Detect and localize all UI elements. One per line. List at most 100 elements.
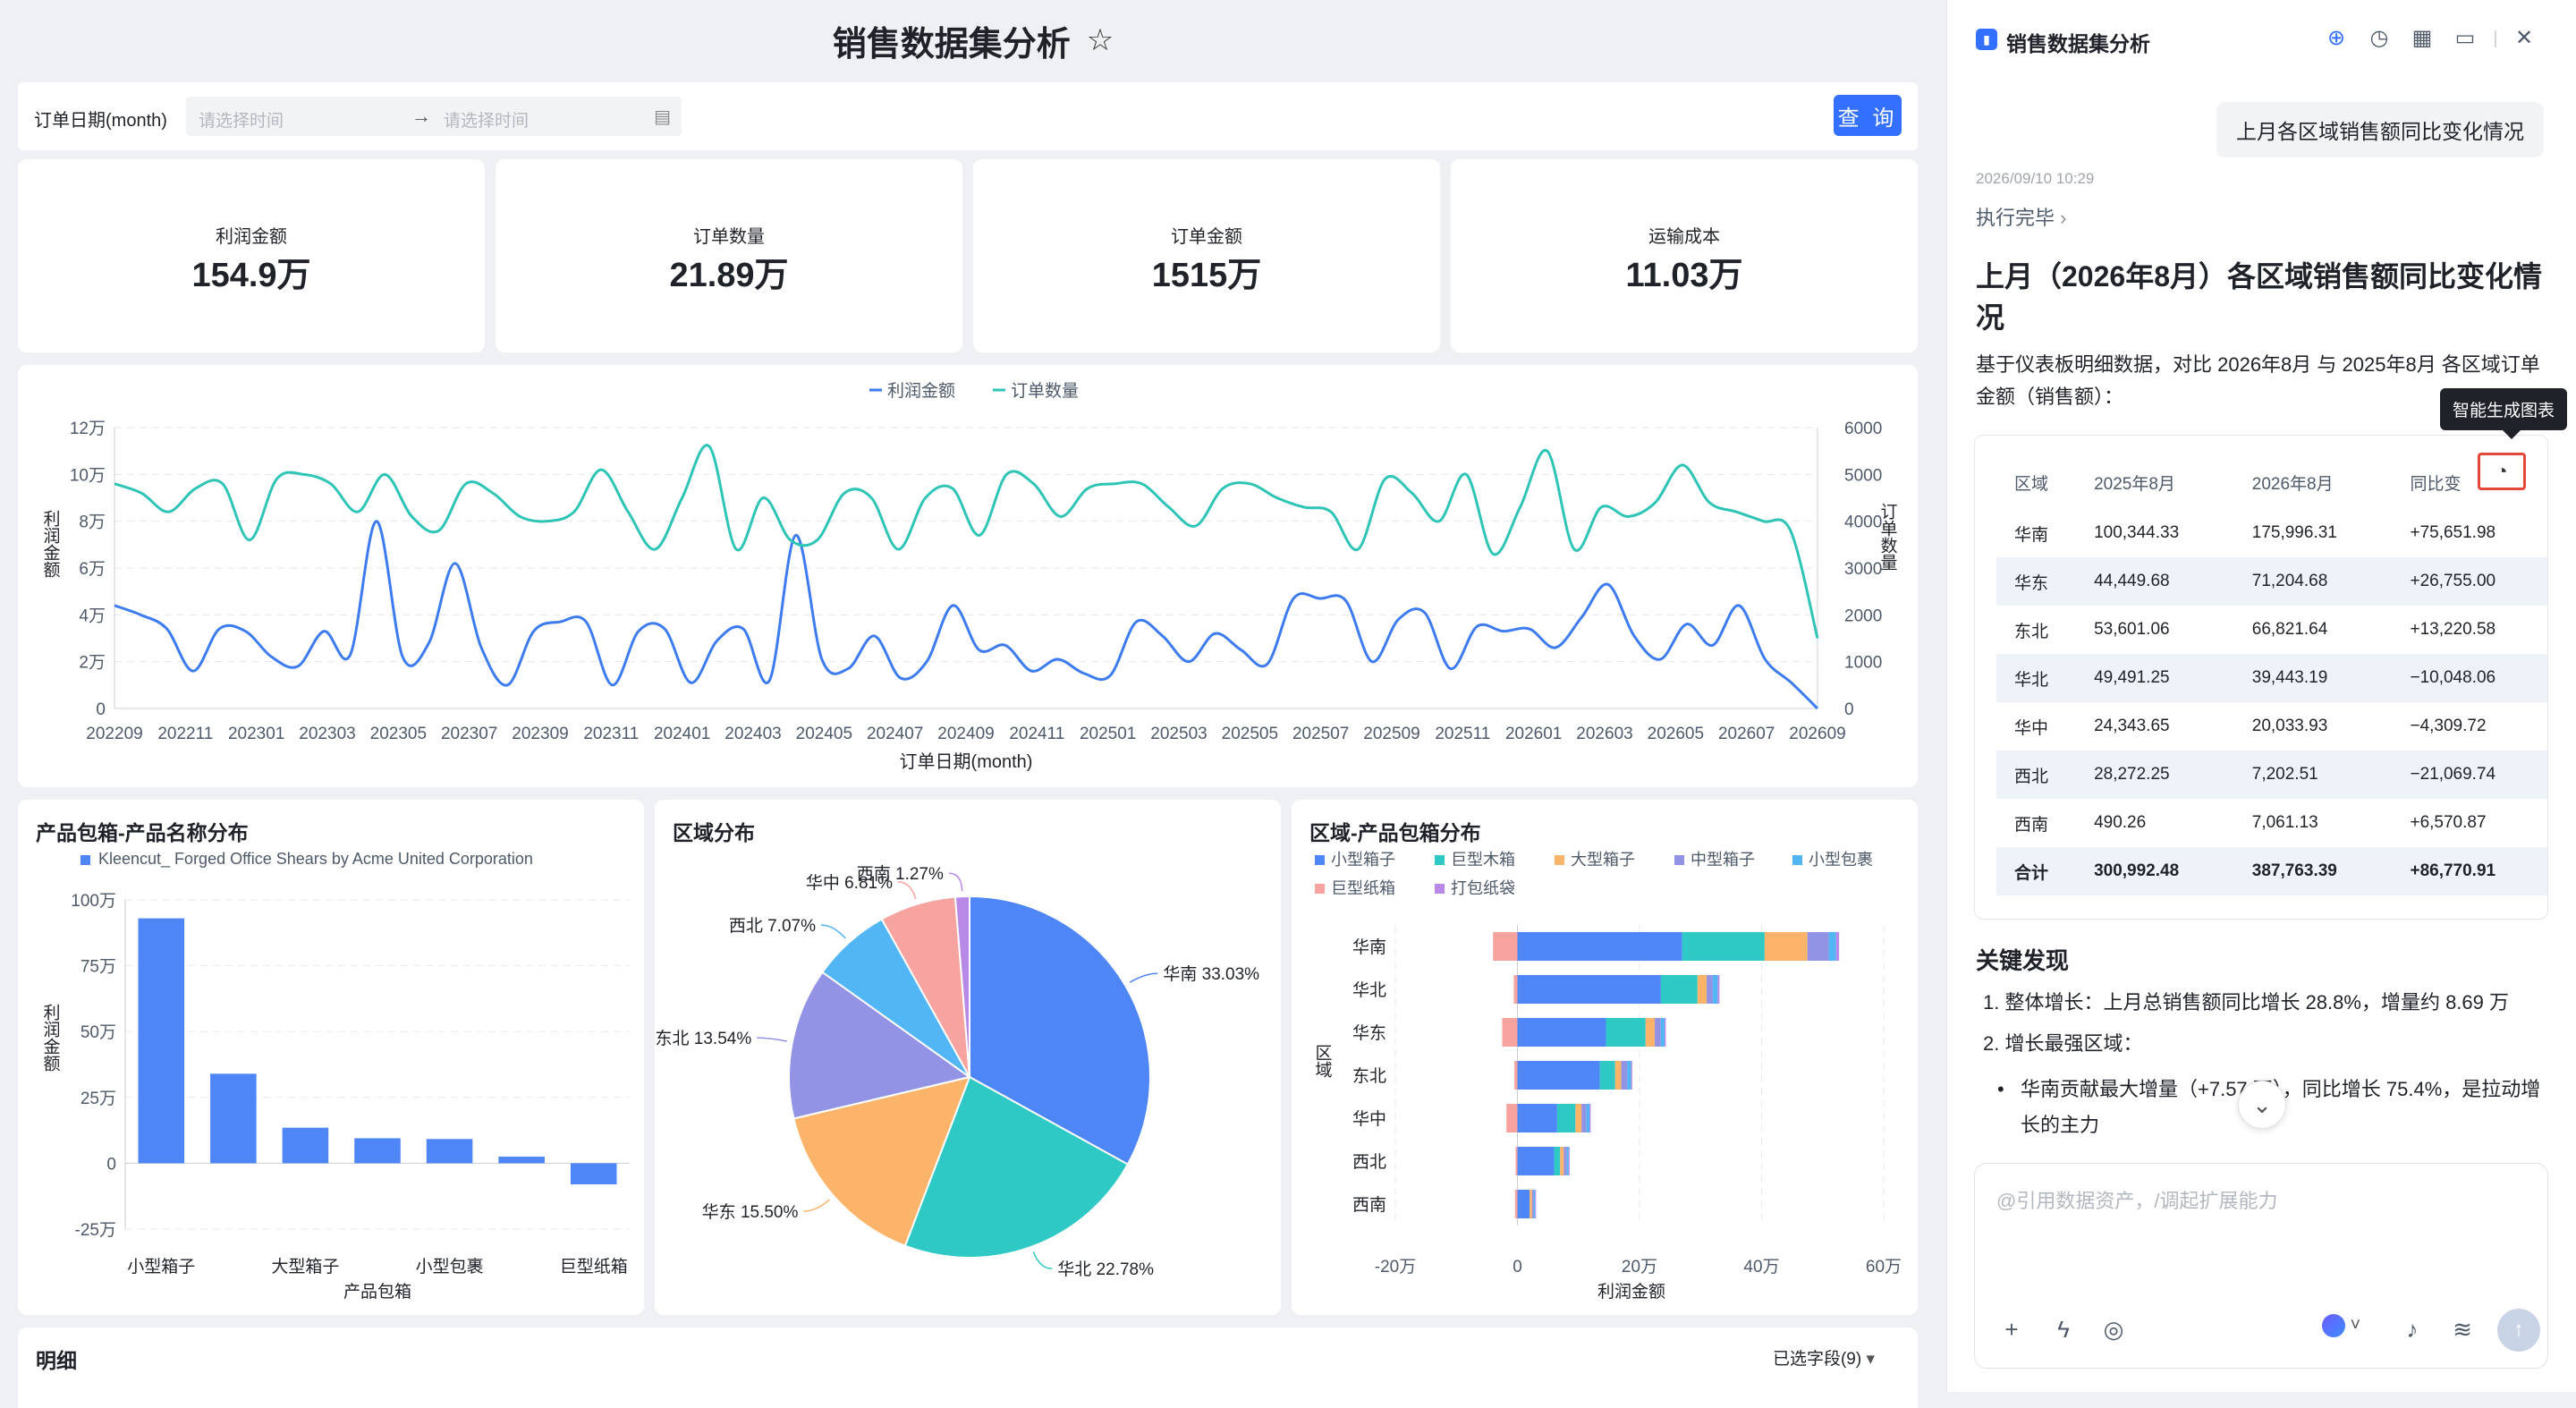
stacked-bar-segment bbox=[1517, 975, 1661, 1004]
y-tick-label: 西北 bbox=[1352, 1152, 1386, 1172]
table-row: 东北 53,601.06 66,821.64 +13,220.58 bbox=[1996, 606, 2547, 654]
tooltip: 智能生成图表 bbox=[2440, 388, 2568, 439]
finding-item: 2. 增长最强区域： bbox=[1983, 1032, 2143, 1055]
legend-swatch bbox=[1315, 884, 1325, 894]
x-tick-label: 202403 bbox=[724, 725, 781, 743]
y-right-tick-label: 5000 bbox=[1844, 466, 1882, 485]
history-icon[interactable]: ◷ bbox=[2366, 25, 2393, 52]
globe-icon[interactable]: ◎ bbox=[2098, 1314, 2129, 1344]
user-message: 上月各区域销售额同比变化情况 bbox=[2216, 102, 2544, 157]
y-tick-label: 75万 bbox=[80, 958, 116, 977]
stacked-bar-segment bbox=[1554, 1147, 1561, 1175]
line-chart: 利润金额 订单数量02万4万6万8万10万12万01000200030004000… bbox=[41, 381, 1898, 772]
date-range-picker[interactable]: 请选择时间 → 请选择时间 ▤ bbox=[186, 97, 682, 136]
stacked-bar-segment bbox=[1828, 932, 1836, 961]
stacked-bar-segment bbox=[1586, 1104, 1590, 1132]
model-selector[interactable]: ˅ bbox=[2322, 1314, 2379, 1344]
chat-input-box[interactable]: @引用数据资产，/调起扩展能力 + ϟ ◎ ˅ ♪ ≋ ↑ bbox=[1974, 1163, 2548, 1369]
scroll-down-button[interactable]: ⌄ bbox=[2238, 1081, 2286, 1129]
kpi-label: 利润金额 bbox=[216, 227, 287, 247]
close-icon[interactable]: ✕ bbox=[2511, 25, 2538, 52]
legend-label: 小型包裹 bbox=[1809, 851, 1873, 869]
calendar-icon[interactable]: ▦ bbox=[2409, 25, 2436, 52]
x-tick-label: 202505 bbox=[1222, 725, 1278, 743]
lightning-icon[interactable]: ϟ bbox=[2048, 1314, 2079, 1344]
fields-selector[interactable]: 已选字段(9) bbox=[1773, 1345, 1875, 1370]
execution-status[interactable]: 执行完毕 bbox=[1976, 202, 2066, 231]
label-leader-line bbox=[1032, 1251, 1053, 1269]
table-cell: 175,996.31 bbox=[2251, 523, 2337, 542]
dataset-logo-icon: ▮ bbox=[1976, 29, 1997, 50]
y-tick-label: 东北 bbox=[1352, 1066, 1386, 1086]
stacked-bar-segment bbox=[1717, 975, 1720, 1004]
slice-label: 华东 15.50% bbox=[702, 1202, 799, 1222]
star-icon[interactable]: ☆ bbox=[1087, 22, 1114, 58]
x-tick-label: -20万 bbox=[1375, 1258, 1416, 1277]
table-cell: −4,309.72 bbox=[2410, 717, 2487, 735]
filter-label: 订单日期(month) bbox=[34, 111, 167, 131]
legend-label: 巨型木箱 bbox=[1451, 851, 1515, 869]
generate-chart-button[interactable]: ◔ bbox=[2478, 453, 2526, 490]
end-date-input[interactable]: 请选择时间 bbox=[444, 107, 529, 131]
chart-title: 区域-产品包箱分布 bbox=[1309, 821, 1481, 844]
legend-label: 打包纸袋 bbox=[1451, 879, 1515, 897]
findings-title: 关键发现 bbox=[1976, 947, 2070, 974]
x-tick-label: 202309 bbox=[512, 725, 568, 743]
screen-icon[interactable]: ▭ bbox=[2452, 25, 2479, 52]
table-cell: +13,220.58 bbox=[2410, 620, 2496, 639]
legend-label: 小型箱子 bbox=[1331, 851, 1395, 869]
microphone-icon[interactable]: ♪ bbox=[2397, 1314, 2428, 1344]
x-tick-label: 202209 bbox=[86, 725, 142, 743]
y-tick-label: 12万 bbox=[70, 420, 106, 438]
x-tick-label: 202303 bbox=[299, 725, 355, 743]
x-tick-label: 202409 bbox=[937, 725, 994, 743]
y-tick-label: 华中 bbox=[1352, 1109, 1386, 1129]
panel-title: 销售数据集分析 bbox=[2006, 32, 2150, 55]
x-tick-label: 202601 bbox=[1505, 725, 1562, 743]
x-tick-label: 202603 bbox=[1576, 725, 1632, 743]
legend-swatch bbox=[1315, 855, 1325, 865]
table-cell: 华中 bbox=[2014, 718, 2049, 738]
start-date-input[interactable]: 请选择时间 bbox=[199, 107, 284, 131]
label-leader-line bbox=[1129, 972, 1158, 983]
x-tick-label: 202401 bbox=[654, 725, 710, 743]
chat-input[interactable]: @引用数据资产，/调起扩展能力 bbox=[1996, 1185, 2277, 1214]
y-right-tick-label: 3000 bbox=[1844, 560, 1882, 579]
stacked-bar-segment bbox=[1563, 1147, 1567, 1175]
table-cell: 西北 bbox=[1996, 751, 2077, 799]
kpi-value: 1515万 bbox=[1151, 257, 1262, 294]
table-cell: 20,033.93 bbox=[2251, 717, 2328, 735]
plus-icon[interactable]: + bbox=[1996, 1314, 2027, 1344]
stacked-bar-segment bbox=[1517, 932, 1682, 961]
stacked-bar-segment bbox=[1660, 975, 1698, 1004]
y-tick-label: -25万 bbox=[75, 1221, 116, 1240]
stacked-bar-segment bbox=[1697, 975, 1707, 1004]
finding-subitem: 华南贡献最大增量（+7.57 万），同比增长 75.4%，是拉动增长的主力 bbox=[1997, 1072, 2557, 1143]
divider: | bbox=[2493, 29, 2498, 48]
slice-label: 华北 22.78% bbox=[1057, 1260, 1154, 1279]
stacked-bar-segment bbox=[1531, 1190, 1534, 1218]
bar bbox=[210, 1073, 257, 1164]
x-tick-label: 202211 bbox=[157, 725, 213, 743]
x-tick-label: 20万 bbox=[1622, 1258, 1657, 1277]
x-tick-label: 202501 bbox=[1080, 725, 1136, 743]
query-button[interactable]: 查 询 bbox=[1834, 95, 1902, 136]
table-total-row: 合计 300,992.48 387,763.39 +86,770.91 bbox=[1996, 847, 2547, 895]
stacked-bar-segment bbox=[1655, 1018, 1661, 1047]
x-tick-label: 202405 bbox=[796, 725, 852, 743]
table-header: 区域 bbox=[2014, 474, 2049, 494]
send-button[interactable]: ↑ bbox=[2497, 1309, 2540, 1352]
voice-wave-icon[interactable]: ≋ bbox=[2447, 1314, 2478, 1344]
x-tick-label: 202503 bbox=[1150, 725, 1207, 743]
finding-item: 1. 整体增长：上月总销售额同比增长 28.8%，增量约 8.69 万 bbox=[1983, 991, 2509, 1014]
stacked-bar-segment bbox=[1566, 1147, 1569, 1175]
x-tick-label: 202305 bbox=[370, 725, 427, 743]
x-tick-label: 202509 bbox=[1363, 725, 1419, 743]
kpi-card-profit: 利润金额 154.9万 bbox=[18, 159, 485, 352]
table-row: 华中 24,343.65 20,033.93 −4,309.72 bbox=[1996, 702, 2547, 751]
pie-chart: 华南 33.03% 华北 22.78% 华东 15.50% 东北 13.54% 西北 7… bbox=[656, 864, 1260, 1279]
calendar-icon[interactable]: ▤ bbox=[654, 106, 671, 128]
new-chat-icon[interactable]: ⊕ bbox=[2323, 25, 2350, 52]
stacked-bar-segment bbox=[1530, 1190, 1532, 1218]
stacked-bar-segment bbox=[1660, 1018, 1665, 1047]
